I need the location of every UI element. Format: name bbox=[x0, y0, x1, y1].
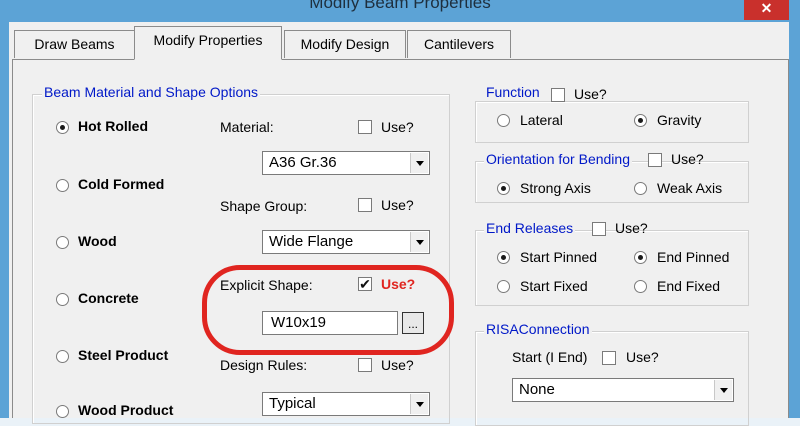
start-fixed-label: Start Fixed bbox=[520, 278, 588, 294]
end-pinned-label: End Pinned bbox=[657, 249, 730, 265]
orientation-group-title: Orientation for Bending bbox=[484, 151, 632, 167]
gravity-radio[interactable] bbox=[634, 114, 647, 127]
design-rules-label: Design Rules: bbox=[220, 357, 308, 373]
weak-axis-label: Weak Axis bbox=[657, 180, 723, 196]
material-group-title: Beam Material and Shape Options bbox=[42, 84, 261, 100]
hot-rolled-radio[interactable] bbox=[56, 121, 69, 134]
shape-group-select-value: Wide Flange bbox=[269, 233, 354, 250]
steel-product-label: Steel Product bbox=[78, 347, 169, 363]
start-fixed-radio[interactable] bbox=[497, 280, 510, 293]
steel-product-radio[interactable] bbox=[56, 350, 69, 363]
material-use-checkbox[interactable] bbox=[358, 120, 372, 134]
start-pinned-label: Start Pinned bbox=[520, 249, 598, 265]
tab-cantilevers[interactable]: Cantilevers bbox=[407, 30, 511, 58]
end-fixed-label: End Fixed bbox=[657, 278, 721, 294]
orientation-use-checkbox[interactable] bbox=[648, 153, 662, 167]
concrete-radio[interactable] bbox=[56, 293, 69, 306]
material-use-label: Use? bbox=[381, 119, 414, 135]
strong-axis-label: Strong Axis bbox=[520, 180, 591, 196]
close-button[interactable]: ✕ bbox=[744, 0, 789, 20]
function-use-checkbox[interactable] bbox=[551, 88, 565, 102]
lateral-radio[interactable] bbox=[497, 114, 510, 127]
strong-axis-radio[interactable] bbox=[497, 182, 510, 195]
chevron-down-icon[interactable] bbox=[410, 394, 428, 414]
tab-draw-beams[interactable]: Draw Beams bbox=[14, 30, 135, 58]
tab-modify-properties[interactable]: Modify Properties bbox=[134, 26, 282, 60]
risa-connection-select-value: None bbox=[519, 381, 555, 398]
design-rules-use-label: Use? bbox=[381, 357, 414, 373]
gravity-label: Gravity bbox=[657, 112, 702, 128]
wood-product-label: Wood Product bbox=[78, 402, 174, 418]
end-releases-use-checkbox[interactable] bbox=[592, 222, 606, 236]
material-label: Material: bbox=[220, 119, 274, 135]
risa-connection-select[interactable]: None bbox=[512, 378, 734, 402]
start-pinned-radio[interactable] bbox=[497, 251, 510, 264]
shape-group-use-checkbox[interactable] bbox=[358, 198, 372, 212]
chevron-down-icon[interactable] bbox=[410, 232, 428, 252]
wood-label: Wood bbox=[78, 233, 117, 249]
highlight-annotation bbox=[202, 265, 454, 355]
end-releases-group-box bbox=[475, 230, 749, 306]
shape-group-use-label: Use? bbox=[381, 197, 414, 213]
design-rules-use-checkbox[interactable] bbox=[358, 358, 372, 372]
tab-modify-design[interactable]: Modify Design bbox=[284, 30, 406, 58]
risa-connection-use-checkbox[interactable] bbox=[602, 351, 616, 365]
end-releases-use-label: Use? bbox=[615, 220, 648, 236]
wood-radio[interactable] bbox=[56, 236, 69, 249]
end-pinned-radio[interactable] bbox=[634, 251, 647, 264]
function-use-label: Use? bbox=[574, 86, 607, 102]
cold-formed-label: Cold Formed bbox=[78, 176, 165, 192]
hot-rolled-label: Hot Rolled bbox=[78, 118, 148, 134]
chevron-down-icon[interactable] bbox=[410, 153, 428, 173]
weak-axis-radio[interactable] bbox=[634, 182, 647, 195]
concrete-label: Concrete bbox=[78, 290, 139, 306]
lateral-label: Lateral bbox=[520, 112, 563, 128]
risa-connection-use-label: Use? bbox=[626, 349, 659, 365]
wood-product-radio[interactable] bbox=[56, 405, 69, 418]
material-select-value: A36 Gr.36 bbox=[269, 154, 337, 171]
cold-formed-radio[interactable] bbox=[56, 179, 69, 192]
function-group-box bbox=[475, 101, 749, 143]
design-rules-select-value: Typical bbox=[269, 395, 316, 412]
start-i-end-label: Start (I End) bbox=[512, 349, 588, 365]
function-group-title: Function bbox=[484, 84, 542, 100]
material-group-box bbox=[32, 94, 450, 424]
shape-group-select[interactable]: Wide Flange bbox=[262, 230, 430, 254]
end-fixed-radio[interactable] bbox=[634, 280, 647, 293]
risa-connection-group-title: RISAConnection bbox=[484, 321, 592, 337]
title-bar: Modify Beam Properties ✕ bbox=[0, 0, 800, 22]
design-rules-select[interactable]: Typical bbox=[262, 392, 430, 416]
shape-group-label: Shape Group: bbox=[220, 198, 308, 214]
chevron-down-icon[interactable] bbox=[714, 380, 732, 400]
end-releases-group-title: End Releases bbox=[484, 220, 576, 236]
material-select[interactable]: A36 Gr.36 bbox=[262, 151, 430, 175]
orientation-use-label: Use? bbox=[671, 151, 704, 167]
window-title: Modify Beam Properties bbox=[309, 0, 491, 12]
